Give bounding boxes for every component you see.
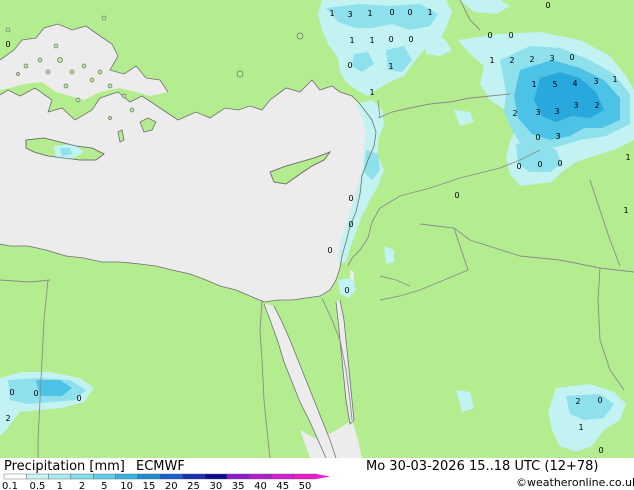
precip-marker: 1	[578, 423, 583, 432]
legend-swatch	[137, 473, 161, 480]
precip-marker: 1	[369, 88, 374, 97]
precip-marker: 3	[593, 77, 598, 86]
precip-marker: 0	[348, 194, 353, 203]
precip-marker: 3	[535, 108, 540, 117]
legend-tick-label: 2	[79, 481, 85, 490]
precip-marker: 0	[344, 286, 349, 295]
precipitation-map: 1310010001100012230011543113223303100000…	[0, 0, 634, 490]
map-title: Precipitation [mm]	[4, 459, 125, 474]
legend-swatch	[226, 473, 250, 480]
precip-marker: 1	[531, 80, 536, 89]
legend-swatch	[159, 473, 183, 480]
legend-swatch	[182, 473, 205, 480]
precip-marker: 0	[508, 31, 513, 40]
legend-tick-label: 0.1	[2, 481, 18, 490]
precip-marker: 0	[545, 1, 550, 10]
legend-tick-label: 10	[120, 481, 133, 490]
legend-tick-label: 35	[232, 481, 245, 490]
legend-tick-label: 40	[254, 481, 267, 490]
precip-marker: 1	[349, 36, 354, 45]
precip-marker: 2	[594, 101, 599, 110]
legend-tick-label: 5	[101, 481, 107, 490]
credit-text: ©weatheronline.co.uk	[516, 476, 634, 489]
legend-tick-label: 1	[57, 481, 63, 490]
legend-swatch	[115, 473, 138, 480]
precip-marker: 2	[529, 55, 534, 64]
precip-marker: 1	[329, 9, 334, 18]
precip-marker: 1	[489, 56, 494, 65]
precip-marker: 0	[569, 53, 574, 62]
legend-tick-label: 25	[187, 481, 200, 490]
precip-marker: 3	[573, 101, 578, 110]
precip-marker: 4	[572, 79, 577, 88]
precip-marker: 0	[407, 8, 412, 17]
precip-marker: 1	[367, 9, 372, 18]
precip-marker: 0	[597, 396, 602, 405]
model-name: ECMWF	[136, 459, 185, 474]
precip-marker: 0	[327, 246, 332, 255]
precip-marker: 2	[575, 397, 580, 406]
legend-tick-label: 50	[299, 481, 312, 490]
precip-marker: 0	[408, 35, 413, 44]
precip-marker: 0	[516, 162, 521, 171]
precip-marker: 0	[537, 160, 542, 169]
precip-marker: 0	[454, 191, 459, 200]
precip-marker: 0	[557, 159, 562, 168]
legend-swatch	[293, 473, 317, 480]
legend-tick-label: 0.5	[29, 481, 45, 490]
precip-marker: 1	[612, 75, 617, 84]
map-canvas: 1 3 1 0 0 100 01 1 0 001 2 2 3 00 11 5 4 3 113 22 3 30 310 0 00 0…	[0, 0, 634, 490]
legend-swatch	[70, 473, 94, 480]
legend-tick-label: 30	[209, 481, 222, 490]
precip-marker: 1	[623, 206, 628, 215]
precip-marker: 2	[509, 56, 514, 65]
precip-marker: 0	[598, 446, 603, 455]
precip-marker: 0	[347, 61, 352, 70]
precip-marker: 3	[555, 132, 560, 141]
precip-marker: 1	[427, 8, 432, 17]
legend-swatch	[48, 473, 72, 480]
precip-marker: 0	[5, 40, 10, 49]
legend-swatch	[249, 473, 272, 480]
precip-marker: 1	[625, 153, 630, 162]
legend-tick-label: 15	[143, 481, 156, 490]
precip-marker: 0	[388, 35, 393, 44]
legend-tick-label: 45	[276, 481, 289, 490]
precip-marker: 0	[76, 394, 81, 403]
legend-swatch	[271, 473, 295, 480]
precip-marker: 5	[552, 80, 557, 89]
precip-marker: 3	[554, 107, 559, 116]
precip-marker: 0	[33, 389, 38, 398]
precip-marker: 2	[5, 414, 10, 423]
precip-marker: 0	[487, 31, 492, 40]
legend-swatch	[204, 473, 228, 480]
precip-marker: 0	[348, 220, 353, 229]
precip-marker: 1	[388, 62, 393, 71]
valid-time: Mo 30-03-2026 15..18 UTC (12+78)	[366, 459, 599, 474]
precip-marker: 0	[9, 388, 14, 397]
precip-marker: 3	[347, 10, 352, 19]
legend-swatch	[26, 473, 49, 480]
legend-tick-label: 20	[165, 481, 178, 490]
precip-marker: 1	[369, 36, 374, 45]
legend-swatch	[92, 473, 116, 480]
precip-marker: 2	[512, 109, 517, 118]
legend-swatch	[3, 473, 27, 480]
precip-marker: 3	[549, 54, 554, 63]
precip-marker: 0	[389, 8, 394, 17]
precip-marker: 0	[535, 133, 540, 142]
